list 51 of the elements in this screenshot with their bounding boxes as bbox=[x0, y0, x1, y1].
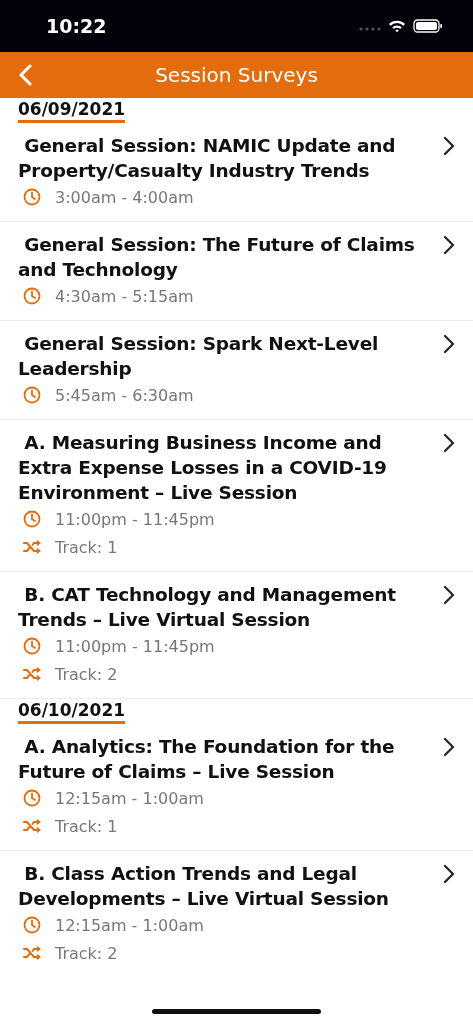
clock-icon bbox=[23, 789, 41, 807]
clock-icon bbox=[23, 287, 41, 305]
shuffle-icon bbox=[23, 539, 41, 555]
signal-icon bbox=[359, 27, 381, 31]
shuffle-icon bbox=[23, 945, 41, 961]
chevron-icon bbox=[443, 864, 455, 884]
battery-icon bbox=[413, 19, 443, 33]
session-title: A. Analytics: The Foundation for the Future of Claims – Live Session bbox=[18, 735, 396, 784]
date-header: 06/10/2021 bbox=[18, 700, 126, 724]
session-track: Track: 2 bbox=[55, 943, 118, 963]
wifi-icon bbox=[388, 19, 406, 33]
session-track: Track: 1 bbox=[55, 816, 118, 836]
session-title: A. Measuring Business Income and Extra Expense Losses in a COVID-19 Environment – Live Session bbox=[18, 431, 388, 505]
session-track: Track: 1 bbox=[55, 537, 118, 557]
chevron-icon bbox=[443, 235, 455, 255]
session-row[interactable]: A. Analytics: The Foundation for the Future of Claims – Live Session 12:15am - 1:00am Track: 1 bbox=[0, 724, 473, 851]
session-row[interactable]: B. Class Action Trends and Legal Developments – Live Virtual Session 12:15am - 1:00am Track: 2 bbox=[0, 851, 473, 977]
shuffle-icon bbox=[23, 666, 41, 682]
session-title: B. CAT Technology and Management Trends – Live Virtual Session bbox=[18, 583, 397, 632]
clock-icon bbox=[23, 916, 41, 934]
back-icon[interactable] bbox=[18, 64, 32, 86]
session-title: General Session: Spark Next-Level Leadership bbox=[18, 332, 380, 381]
session-row[interactable]: B. CAT Technology and Management Trends – Live Virtual Session 11:00pm - 11:45pm Track: 2 bbox=[0, 572, 473, 699]
session-row[interactable]: A. Measuring Business Income and Extra Expense Losses in a COVID-19 Environment – Live Session 11:00pm - 11:45pm Track: 1 bbox=[0, 420, 473, 572]
chevron-icon bbox=[443, 585, 455, 605]
chevron-icon bbox=[443, 334, 455, 354]
session-title: B. Class Action Trends and Legal Developments – Live Virtual Session bbox=[18, 862, 390, 911]
status-time: 10:22 bbox=[46, 15, 107, 37]
clock-icon bbox=[23, 510, 41, 528]
chevron-icon bbox=[443, 433, 455, 453]
clock-icon bbox=[23, 386, 41, 404]
session-time: 3:00am - 4:00am bbox=[55, 187, 194, 207]
chevron-icon bbox=[443, 136, 455, 156]
session-time: 11:00pm - 11:45pm bbox=[55, 509, 215, 529]
session-time: 4:30am - 5:15am bbox=[55, 286, 194, 306]
session-time: 5:45am - 6:30am bbox=[55, 385, 194, 405]
screen-title: Session Surveys bbox=[155, 63, 318, 87]
session-time: 11:00pm - 11:45pm bbox=[55, 636, 215, 656]
session-row[interactable]: General Session: Spark Next-Level Leadership 5:45am - 6:30am bbox=[0, 321, 473, 420]
shuffle-icon bbox=[23, 818, 41, 834]
session-track: Track: 2 bbox=[55, 664, 118, 684]
clock-icon bbox=[23, 637, 41, 655]
session-time: 12:15am - 1:00am bbox=[55, 915, 204, 935]
session-row[interactable]: General Session: NAMIC Update and Property/Casualty Industry Trends 3:00am - 4:00am bbox=[0, 123, 473, 222]
session-title: General Session: NAMIC Update and Property/Casualty Industry Trends bbox=[18, 134, 397, 183]
session-time: 12:15am - 1:00am bbox=[55, 788, 204, 808]
session-title: General Session: The Future of Claims and Technology bbox=[18, 233, 416, 282]
session-row[interactable]: General Session: The Future of Claims and Technology 4:30am - 5:15am bbox=[0, 222, 473, 321]
date-header: 06/09/2021 bbox=[18, 99, 126, 123]
chevron-icon bbox=[443, 737, 455, 757]
clock-icon bbox=[23, 188, 41, 206]
